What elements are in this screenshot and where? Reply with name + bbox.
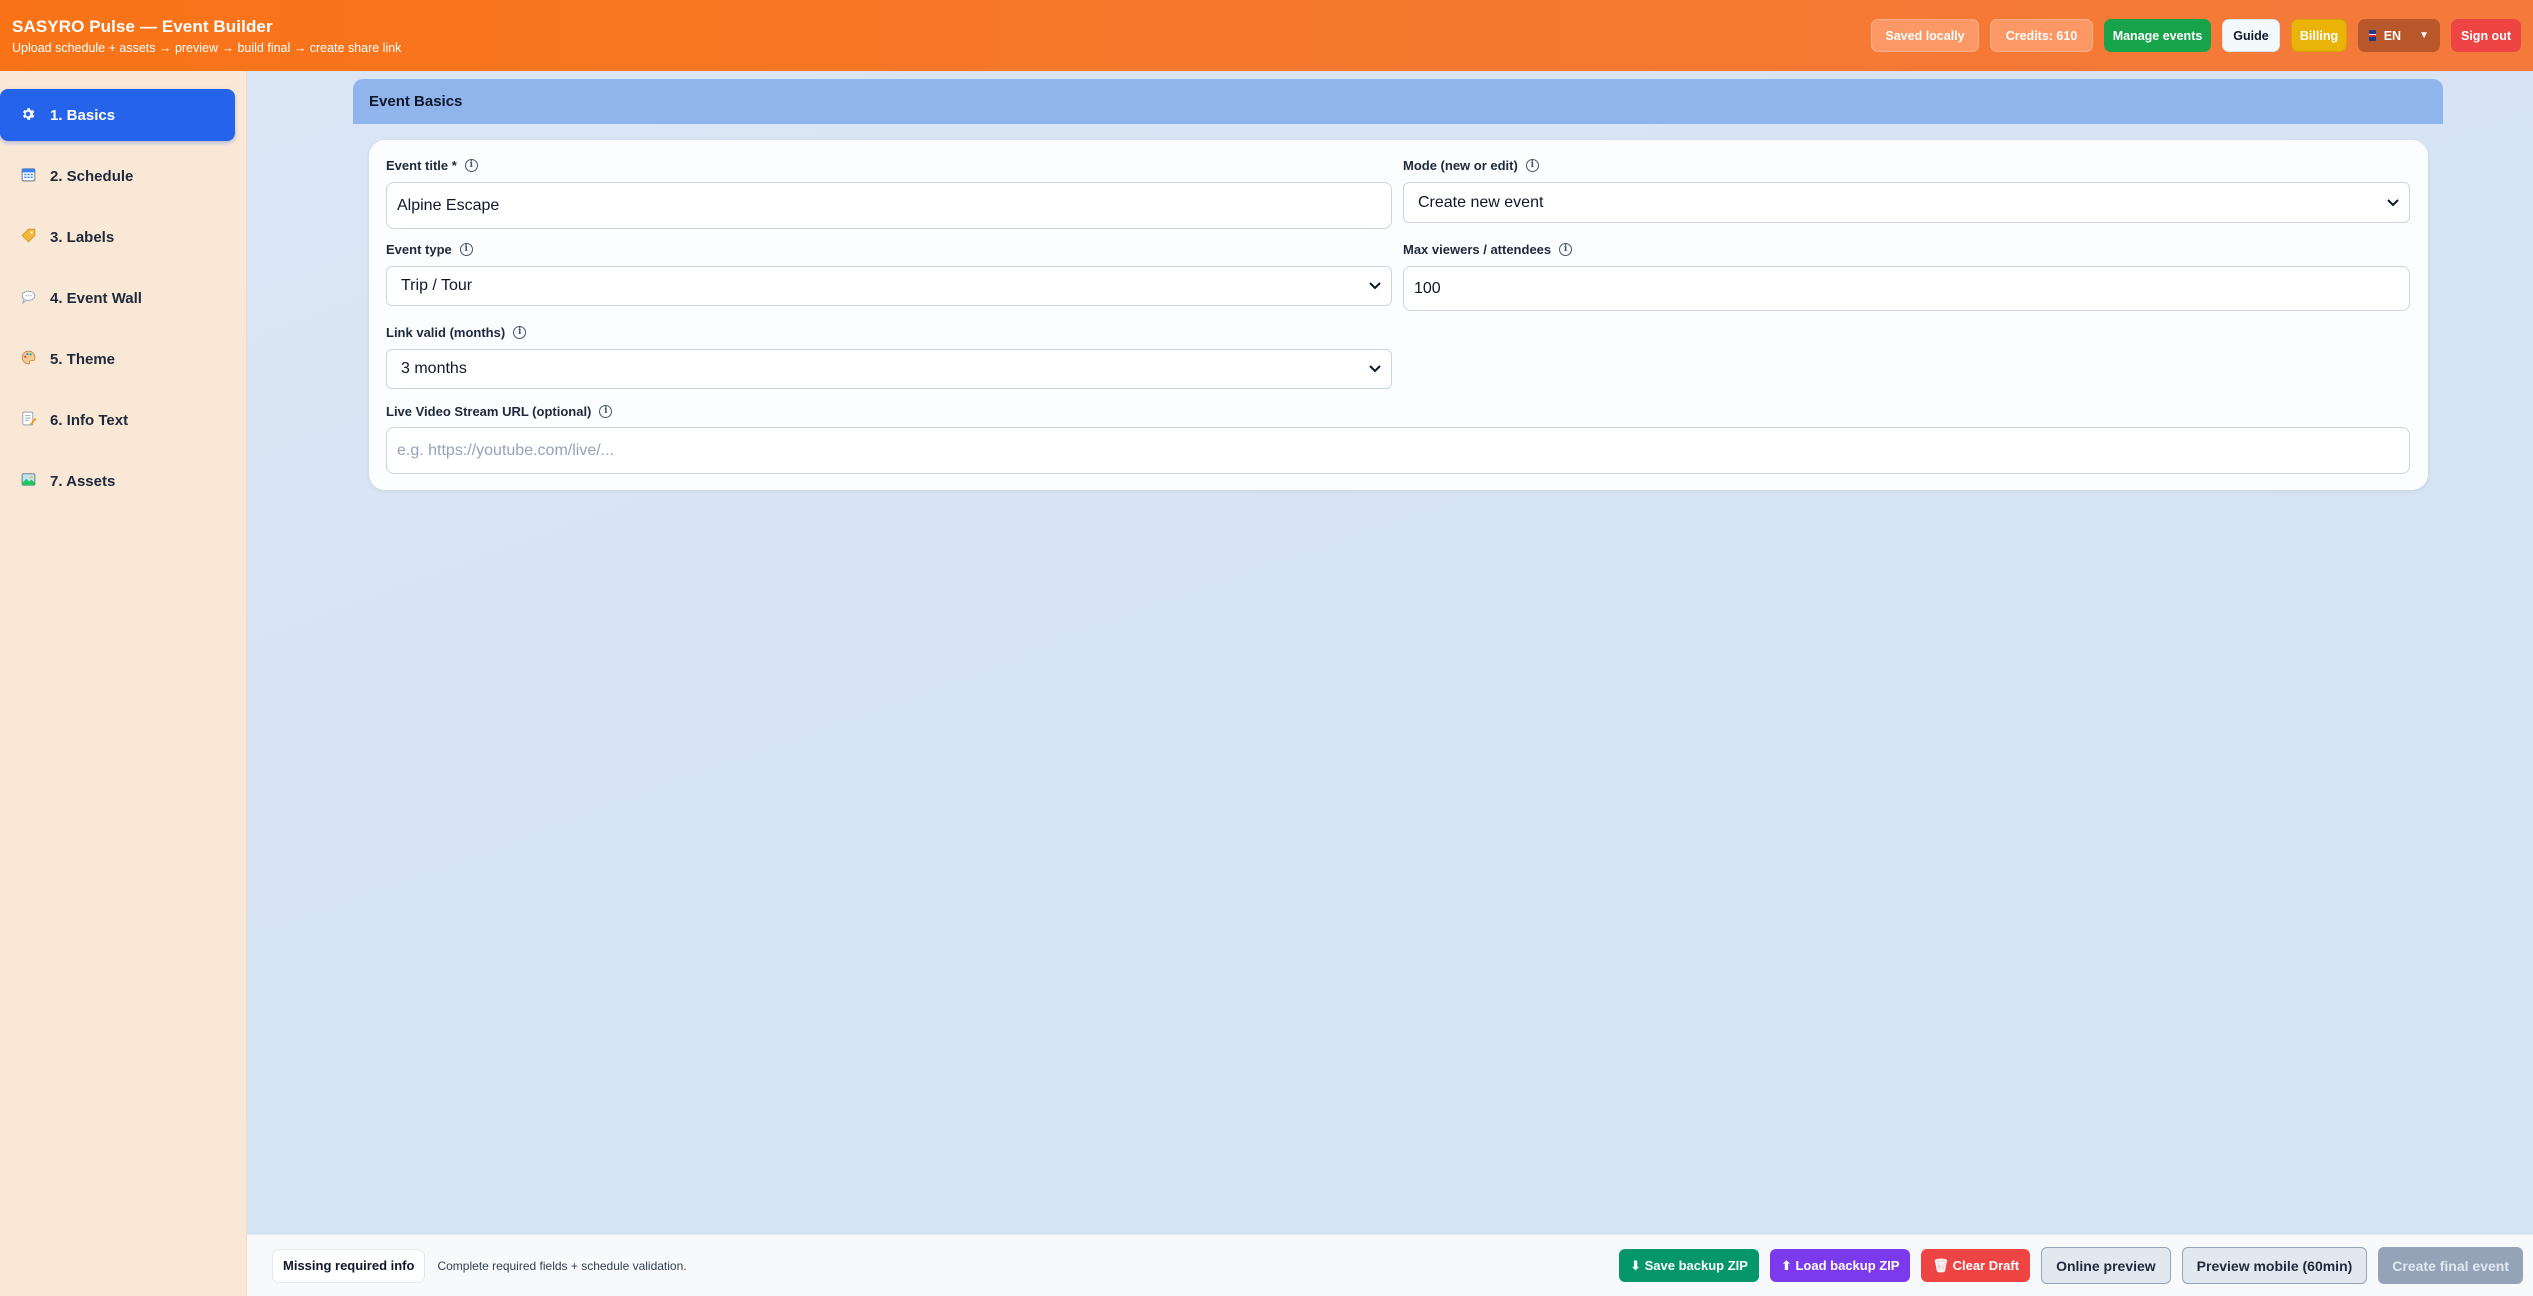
sidebar-item-label: 7. Assets — [50, 472, 116, 490]
sidebar-item-assets[interactable]: 7. Assets — [0, 455, 234, 507]
info-icon[interactable]: i — [1525, 158, 1539, 172]
manage-events-button[interactable]: Manage events — [2104, 19, 2211, 52]
preview-mobile-button[interactable]: Preview mobile (60min) — [2181, 1247, 2368, 1284]
link-valid-field: Link valid (months) i 3 months — [386, 324, 1392, 404]
language-selector[interactable]: EN ▼ — [2358, 19, 2440, 52]
sidebar-item-label: 6. Info Text — [50, 411, 129, 429]
chevron-down-icon — [1369, 279, 1381, 293]
tag-icon — [19, 227, 37, 247]
info-icon[interactable]: i — [513, 325, 527, 339]
status-badge: Missing required info — [272, 1248, 426, 1283]
calendar-icon — [19, 166, 37, 186]
save-backup-zip-button[interactable]: ⬇ Save backup ZIP — [1619, 1249, 1759, 1282]
top-bar: SASYRO Pulse — Event Builder Upload sche… — [0, 0, 2533, 71]
link-valid-select[interactable]: 3 months — [386, 349, 1392, 389]
info-icon[interactable]: i — [459, 242, 473, 256]
speech-bubble-icon — [19, 288, 37, 308]
caret-down-icon: ▼ — [2419, 30, 2429, 41]
link-valid-selected-value: 3 months — [401, 360, 467, 377]
guide-button[interactable]: Guide — [2222, 19, 2280, 52]
event-type-selected-value: Trip / Tour — [401, 277, 473, 294]
sidebar-item-event-wall[interactable]: 4. Event Wall — [0, 272, 234, 324]
memo-icon — [19, 410, 37, 430]
sidebar: 1. Basics 2. Schedule 3. Labels 4. Event… — [0, 71, 247, 1296]
info-icon[interactable]: i — [1559, 242, 1573, 256]
sidebar-item-theme[interactable]: 5. Theme — [0, 333, 234, 385]
mode-select[interactable]: Create new event — [1403, 182, 2410, 223]
event-type-field: Event type i Trip / Tour — [386, 241, 1392, 321]
brand: SASYRO Pulse — Event Builder Upload sche… — [12, 17, 401, 55]
event-basics-card: Event title * i Mode (new or edit) i Cre… — [369, 140, 2428, 490]
sidebar-item-label: 5. Theme — [50, 350, 116, 368]
chevron-down-icon — [2387, 196, 2399, 210]
max-viewers-input[interactable] — [1403, 266, 2410, 311]
section-header: Event Basics — [353, 79, 2443, 124]
stream-url-field: Live Video Stream URL (optional) i — [386, 403, 2410, 483]
event-type-select[interactable]: Trip / Tour — [386, 266, 1392, 306]
max-viewers-label: Max viewers / attendees — [1403, 241, 1552, 257]
mode-field: Mode (new or edit) i Create new event — [1403, 157, 2410, 243]
online-preview-button[interactable]: Online preview — [2041, 1247, 2171, 1284]
event-title-label: Event title * — [386, 157, 457, 173]
mode-selected-value: Create new event — [1418, 193, 1544, 211]
billing-button[interactable]: Billing — [2291, 19, 2347, 52]
saved-status-badge: Saved locally — [1871, 19, 1979, 52]
action-footer: Missing required info Complete required … — [247, 1234, 2533, 1296]
link-valid-label: Link valid (months) — [386, 324, 506, 340]
main-content: Event Basics Event title * i Mode (new o… — [247, 71, 2533, 1234]
sidebar-item-label: 2. Schedule — [50, 167, 134, 185]
sidebar-item-label: 4. Event Wall — [50, 289, 142, 307]
clear-draft-button[interactable]: 🗑 Clear Draft — [1921, 1249, 2031, 1282]
uk-flag-icon — [2369, 30, 2376, 41]
event-title-input[interactable] — [386, 182, 1392, 229]
stream-url-label: Live Video Stream URL (optional) — [386, 403, 592, 419]
info-icon[interactable]: i — [599, 404, 613, 418]
palette-icon — [19, 349, 37, 369]
app-subtitle: Upload schedule + assets → preview → bui… — [12, 40, 402, 55]
language-label: EN — [2383, 28, 2402, 43]
stream-url-input[interactable] — [386, 427, 2410, 474]
picture-icon — [19, 471, 37, 491]
sidebar-item-basics[interactable]: 1. Basics — [0, 89, 235, 141]
load-backup-zip-button[interactable]: ⬆ Load backup ZIP — [1769, 1249, 1911, 1282]
app-title: SASYRO Pulse — Event Builder — [12, 16, 273, 36]
chevron-down-icon — [1369, 362, 1381, 376]
info-icon[interactable]: i — [464, 158, 478, 172]
max-viewers-field: Max viewers / attendees i — [1403, 241, 2410, 321]
sidebar-item-info-text[interactable]: 6. Info Text — [0, 394, 234, 446]
sidebar-item-labels[interactable]: 3. Labels — [0, 211, 234, 263]
header-actions: Saved locally Credits: 610 Manage events… — [1871, 19, 2521, 52]
create-final-event-button[interactable]: Create final event — [2378, 1247, 2523, 1284]
event-title-field: Event title * i — [386, 157, 1392, 243]
credits-badge: Credits: 610 — [1990, 19, 2093, 52]
sidebar-item-label: 3. Labels — [50, 228, 115, 246]
sidebar-item-schedule[interactable]: 2. Schedule — [0, 150, 234, 202]
status-note: Complete required fields + schedule vali… — [437, 1258, 687, 1273]
gear-icon — [19, 106, 37, 125]
mode-label: Mode (new or edit) — [1403, 157, 1518, 173]
sidebar-item-label: 1. Basics — [50, 106, 116, 124]
event-type-label: Event type — [386, 241, 452, 257]
sign-out-button[interactable]: Sign out — [2451, 19, 2521, 52]
